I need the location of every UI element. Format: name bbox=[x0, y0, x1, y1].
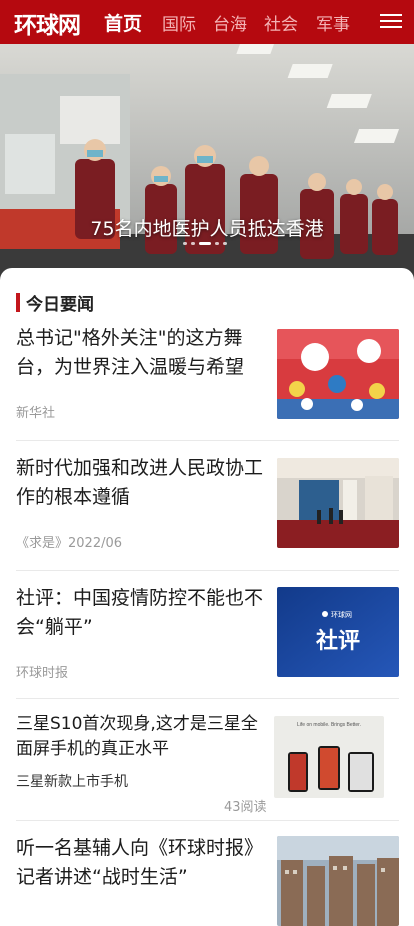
divider bbox=[16, 698, 399, 699]
thumbnail-label: 社评 bbox=[316, 628, 360, 654]
thumbnail-image: Life on mobile. Brings Better. bbox=[274, 716, 384, 798]
section-accent-bar bbox=[16, 293, 20, 312]
news-title[interactable]: 总书记"格外关注"的这方舞台，为世界注入温暖与希望 bbox=[16, 324, 264, 382]
news-title[interactable]: 新时代加强和改进人民政协工作的根本遵循 bbox=[16, 454, 264, 512]
nav-tab-military[interactable]: 军事 bbox=[316, 0, 350, 44]
news-item[interactable]: 新时代加强和改进人民政协工作的根本遵循 《求是》2022/06 bbox=[16, 454, 399, 554]
divider bbox=[16, 440, 399, 441]
news-thumbnail[interactable] bbox=[277, 329, 399, 419]
news-item[interactable]: 听一名基辅人向《环球时报》记者讲述“战时生活” bbox=[16, 834, 399, 926]
carousel-dot-active[interactable] bbox=[199, 242, 211, 245]
thumbnail-image bbox=[277, 458, 399, 548]
thumbnail-image: 环球网 社评 bbox=[277, 587, 399, 677]
news-item[interactable]: 总书记"格外关注"的这方舞台，为世界注入温暖与希望 新华社 bbox=[16, 324, 399, 424]
news-title[interactable]: 社评：中国疫情防控不能也不会“躺平” bbox=[16, 584, 264, 642]
thumbnail-image bbox=[277, 329, 399, 419]
news-thumbnail[interactable]: 环球网 社评 bbox=[277, 587, 399, 677]
news-title[interactable]: 听一名基辅人向《环球时报》记者讲述“战时生活” bbox=[16, 834, 266, 892]
section-title: 今日要闻 bbox=[26, 295, 94, 315]
divider bbox=[16, 820, 399, 821]
news-item[interactable]: 三星S10首次现身,这才是三星全面屏手机的真正水平 三星新款上市手机 43阅读 … bbox=[16, 712, 399, 815]
nav-tab-international[interactable]: 国际 bbox=[162, 0, 196, 44]
news-subtitle: 三星新款上市手机 bbox=[16, 774, 128, 790]
hamburger-menu-icon[interactable] bbox=[380, 10, 402, 32]
carousel-dot[interactable] bbox=[183, 242, 187, 245]
hero-caption[interactable]: 75名内地医护人员抵达香港 bbox=[0, 214, 414, 241]
nav-tab-taiwan-strait[interactable]: 台海 bbox=[213, 0, 247, 44]
news-panel: 今日要闻 总书记"格外关注"的这方舞台，为世界注入温暖与希望 新华社 新时代加强… bbox=[0, 268, 414, 926]
section-header: 今日要闻 bbox=[16, 290, 94, 315]
news-source: 新华社 bbox=[16, 406, 56, 421]
news-thumbnail[interactable]: Life on mobile. Brings Better. bbox=[274, 716, 384, 798]
divider bbox=[16, 570, 399, 571]
news-title[interactable]: 三星S10首次现身,这才是三星全面屏手机的真正水平 bbox=[16, 712, 264, 762]
carousel-dot[interactable] bbox=[223, 242, 227, 245]
news-source: 环球时报 bbox=[16, 666, 69, 681]
news-source: 《求是》2022/06 bbox=[16, 536, 123, 551]
top-navigation-bar: 环球网 首页 国际 台海 社会 军事 bbox=[0, 0, 414, 44]
nav-tab-society[interactable]: 社会 bbox=[264, 0, 298, 44]
news-thumbnail[interactable] bbox=[277, 458, 399, 548]
thumbnail-logo-text: 环球网 bbox=[331, 610, 352, 619]
hero-carousel[interactable]: 75名内地医护人员抵达香港 bbox=[0, 44, 414, 280]
nav-tab-home[interactable]: 首页 bbox=[104, 0, 142, 44]
site-logo[interactable]: 环球网 bbox=[14, 6, 81, 40]
news-item[interactable]: 社评：中国疫情防控不能也不会“躺平” 环球时报 环球网 社评 bbox=[16, 584, 399, 684]
carousel-dot[interactable] bbox=[191, 242, 195, 245]
thumbnail-image bbox=[277, 836, 399, 926]
carousel-dot[interactable] bbox=[215, 242, 219, 245]
thumbnail-tagline: Life on mobile. Brings Better. bbox=[297, 722, 361, 728]
read-count: 43阅读 bbox=[224, 800, 267, 815]
thumbnail-logo-icon bbox=[322, 611, 328, 617]
news-thumbnail[interactable] bbox=[277, 836, 399, 926]
carousel-indicator bbox=[183, 242, 227, 245]
